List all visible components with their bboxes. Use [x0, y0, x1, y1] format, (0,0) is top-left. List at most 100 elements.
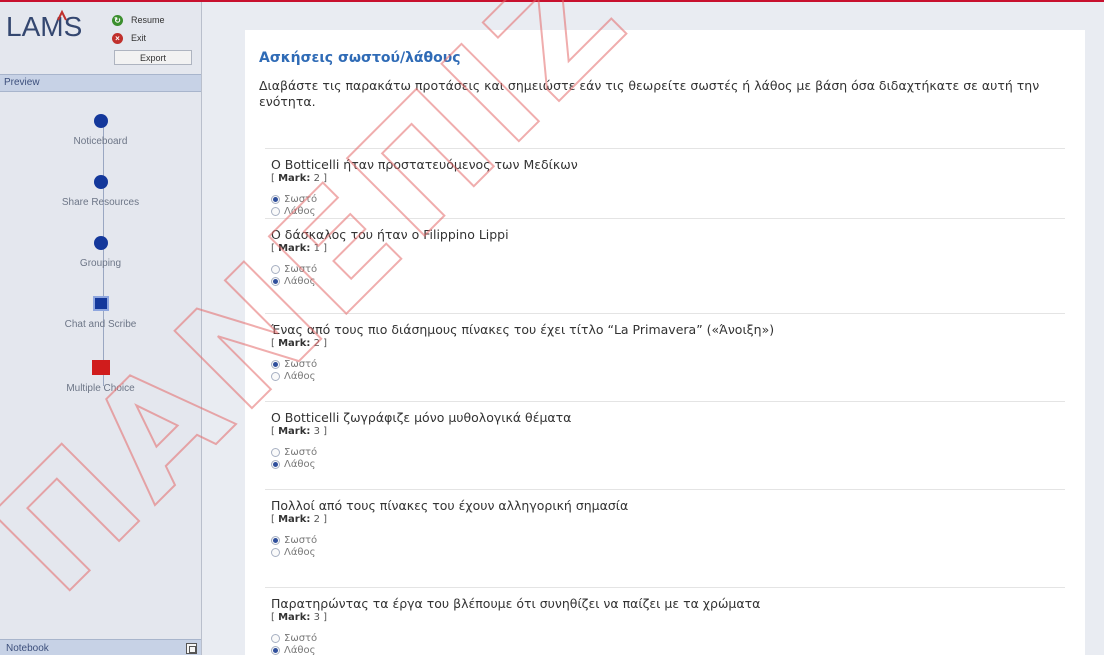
- divider: [265, 489, 1065, 490]
- radio-icon[interactable]: [271, 447, 280, 457]
- export-button[interactable]: Export: [114, 50, 192, 65]
- option-false[interactable]: Λάθος: [271, 370, 1065, 382]
- activity-complete-icon: [93, 236, 108, 250]
- option-label: Λάθος: [284, 458, 316, 470]
- activity-noticeboard[interactable]: Noticeboard: [0, 114, 201, 147]
- mark-value: 1: [313, 243, 320, 254]
- radio-icon[interactable]: [271, 264, 280, 274]
- mark-label: Mark:: [278, 338, 311, 349]
- mark-value: 3: [313, 612, 320, 623]
- divider: [265, 148, 1065, 149]
- activity-label: Share Resources: [61, 197, 140, 208]
- radio-icon[interactable]: [271, 547, 280, 557]
- option-false[interactable]: Λάθος: [271, 458, 1065, 470]
- question-mark: [ Mark: 2 ]: [271, 338, 328, 349]
- activity-label: Multiple Choice: [66, 383, 135, 394]
- question-text: Ο δάσκαλος του ήταν ο Filippino Lippi: [271, 227, 509, 242]
- activity-current-icon: [91, 360, 110, 375]
- option-label: Λάθος: [284, 546, 316, 558]
- option-label: Σωστό: [284, 263, 318, 275]
- mark-value: 2: [313, 173, 320, 184]
- notebook-expand-icon[interactable]: [186, 643, 197, 654]
- divider: [265, 313, 1065, 314]
- option-label: Λάθος: [284, 275, 316, 287]
- brand-text: LAMS: [6, 11, 82, 42]
- radio-icon[interactable]: [271, 371, 280, 381]
- activity-label: Chat and Scribe: [64, 319, 137, 330]
- option-label: Λάθος: [284, 205, 316, 217]
- radio-icon[interactable]: [271, 535, 280, 545]
- divider: [265, 587, 1065, 588]
- question-3: Ένας από τους πιο διάσημους πίνακες του …: [265, 313, 1065, 382]
- option-true[interactable]: Σωστό: [271, 193, 1065, 205]
- notebook-bar[interactable]: Notebook: [0, 639, 201, 655]
- option-false[interactable]: Λάθος: [271, 205, 1065, 217]
- mark-label: Mark:: [278, 612, 311, 623]
- exit-label: Exit: [131, 33, 147, 43]
- mark-value: 2: [313, 514, 320, 525]
- radio-icon[interactable]: [271, 459, 280, 469]
- question-5: Πολλοί από τους πίνακες του έχουν αλληγο…: [265, 489, 1065, 558]
- notebook-label: Notebook: [6, 643, 49, 654]
- question-text: Ο Botticelli ζωγράφιζε μόνο μυθολογικά θ…: [271, 410, 572, 425]
- resume-label: Resume: [131, 15, 165, 25]
- lams-logo: LAMS: [6, 9, 82, 42]
- option-true[interactable]: Σωστό: [271, 263, 1065, 275]
- option-label: Σωστό: [284, 193, 318, 205]
- question-mark: [ Mark: 3 ]: [271, 426, 328, 437]
- option-label: Σωστό: [284, 534, 318, 546]
- radio-icon[interactable]: [271, 194, 280, 204]
- page-title: Ασκήσεις σωστού/λάθους: [259, 50, 461, 66]
- activity-complete-icon: [93, 175, 108, 189]
- question-text: Ο Botticelli ήταν προστατευόμενος των Με…: [271, 157, 578, 172]
- option-label: Σωστό: [284, 358, 318, 370]
- radio-icon[interactable]: [271, 359, 280, 369]
- activity-grouping[interactable]: Grouping: [0, 236, 201, 269]
- preview-header: Preview: [0, 74, 201, 92]
- option-true[interactable]: Σωστό: [271, 632, 1065, 644]
- activity-chat-and-scribe[interactable]: Chat and Scribe: [0, 296, 201, 330]
- resume-button[interactable]: ↻ Resume: [112, 12, 194, 28]
- question-1: Ο Botticelli ήταν προστατευόμενος των Με…: [265, 148, 1065, 217]
- option-true[interactable]: Σωστό: [271, 534, 1065, 546]
- option-label: Σωστό: [284, 632, 318, 644]
- radio-icon[interactable]: [271, 276, 280, 286]
- activity-label: Grouping: [79, 258, 122, 269]
- question-mark: [ Mark: 1 ]: [271, 243, 328, 254]
- option-true[interactable]: Σωστό: [271, 446, 1065, 458]
- mark-label: Mark:: [278, 426, 311, 437]
- activity-complete-icon: [93, 114, 108, 128]
- radio-icon[interactable]: [271, 206, 280, 216]
- radio-icon[interactable]: [271, 645, 280, 655]
- activity-multiple-choice[interactable]: Multiple Choice: [0, 360, 201, 394]
- question-mark: [ Mark: 2 ]: [271, 514, 328, 525]
- question-2: Ο δάσκαλος του ήταν ο Filippino Lippi [ …: [265, 218, 1065, 287]
- option-true[interactable]: Σωστό: [271, 358, 1065, 370]
- main-panel: Ασκήσεις σωστού/λάθους Διαβάστε τις παρα…: [245, 30, 1085, 655]
- question-text: Πολλοί από τους πίνακες του έχουν αλληγο…: [271, 498, 629, 513]
- radio-icon[interactable]: [271, 633, 280, 643]
- sidebar: LAMS ↻ Resume × Exit Export Preview Noti…: [0, 2, 202, 655]
- question-mark: [ Mark: 2 ]: [271, 173, 328, 184]
- mark-value: 2: [313, 338, 320, 349]
- option-label: Λάθος: [284, 370, 316, 382]
- option-false[interactable]: Λάθος: [271, 644, 1065, 655]
- exit-icon: ×: [112, 32, 123, 44]
- mark-label: Mark:: [278, 243, 311, 254]
- option-false[interactable]: Λάθος: [271, 546, 1065, 558]
- divider: [265, 401, 1065, 402]
- option-label: Σωστό: [284, 446, 318, 458]
- activity-square-icon: [92, 296, 109, 311]
- mark-value: 3: [313, 426, 320, 437]
- instructions: Διαβάστε τις παρακάτω προτάσεις και σημε…: [259, 78, 1040, 109]
- option-label: Λάθος: [284, 644, 316, 655]
- exit-button[interactable]: × Exit: [112, 30, 194, 46]
- option-false[interactable]: Λάθος: [271, 275, 1065, 287]
- export-label: Export: [139, 52, 166, 63]
- divider: [265, 218, 1065, 219]
- activity-timeline: Noticeboard Share Resources Grouping Cha…: [0, 94, 201, 634]
- activity-label: Noticeboard: [73, 136, 128, 147]
- resume-icon: ↻: [112, 14, 123, 26]
- question-4: Ο Botticelli ζωγράφιζε μόνο μυθολογικά θ…: [265, 401, 1065, 470]
- activity-share-resources[interactable]: Share Resources: [0, 175, 201, 208]
